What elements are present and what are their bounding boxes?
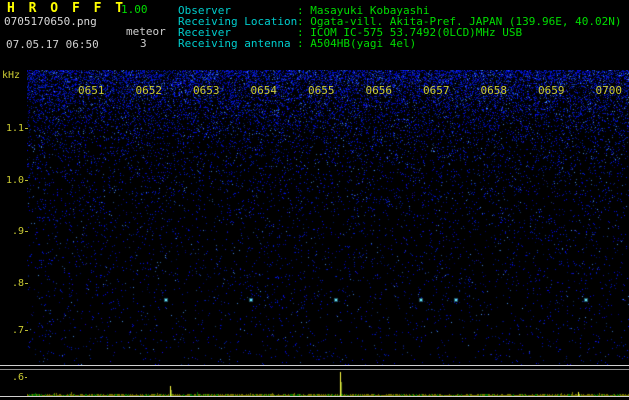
time-label-0655: 0655 <box>308 84 335 97</box>
info-value: : A504HB(yagi 4el) <box>297 37 417 50</box>
freq-label-.6: .6 <box>11 372 24 383</box>
freq-label-1.1: 1.1 <box>5 123 24 134</box>
freq-label-1.0: 1.0 <box>5 175 24 186</box>
freq-tick <box>25 180 28 181</box>
freq-label-.7: .7 <box>11 325 24 336</box>
time-label-0654: 0654 <box>250 84 278 97</box>
freq-label-.8: .8 <box>11 278 24 289</box>
station-info-block: Observer: Masayuki Kobayashi Receiving Lo… <box>178 5 622 49</box>
freq-tick <box>25 283 28 284</box>
info-label: Receiving antenna <box>178 37 291 50</box>
separator-line-bottom <box>0 396 629 397</box>
output-filename: 0705170650.png <box>4 15 97 28</box>
time-label-0656: 0656 <box>365 84 393 97</box>
time-label-0651: 0651 <box>78 84 105 97</box>
freq-tick <box>25 231 28 232</box>
app-version: 1.00 <box>121 3 148 16</box>
spectrogram-canvas <box>27 70 629 365</box>
station-info-row: Receiving antenna : A504HB(yagi 4el) <box>178 38 622 49</box>
time-label-0653: 0653 <box>193 84 220 97</box>
separator-line-mid <box>0 369 629 370</box>
freq-axis-unit: kHz <box>2 70 21 81</box>
freq-tick <box>25 128 28 129</box>
time-label-0659: 0659 <box>538 84 565 97</box>
time-label-0652: 0652 <box>135 84 163 97</box>
separator-line-top <box>0 365 629 366</box>
observation-datetime: 07.05.17 06:50 <box>6 38 99 51</box>
app-title: H R O F F T <box>7 1 127 16</box>
freq-label-.9: .9 <box>11 226 24 237</box>
time-label-0658: 0658 <box>480 84 508 97</box>
freq-tick <box>25 330 28 331</box>
time-label-0700: 0700 <box>595 84 623 97</box>
meteor-count: 3 <box>140 37 147 50</box>
hrofft-output-window: H R O F F T 1.00 0705170650.png meteor 3… <box>0 0 629 400</box>
signal-level-strip-canvas <box>27 371 629 396</box>
time-label-0657: 0657 <box>423 84 450 97</box>
